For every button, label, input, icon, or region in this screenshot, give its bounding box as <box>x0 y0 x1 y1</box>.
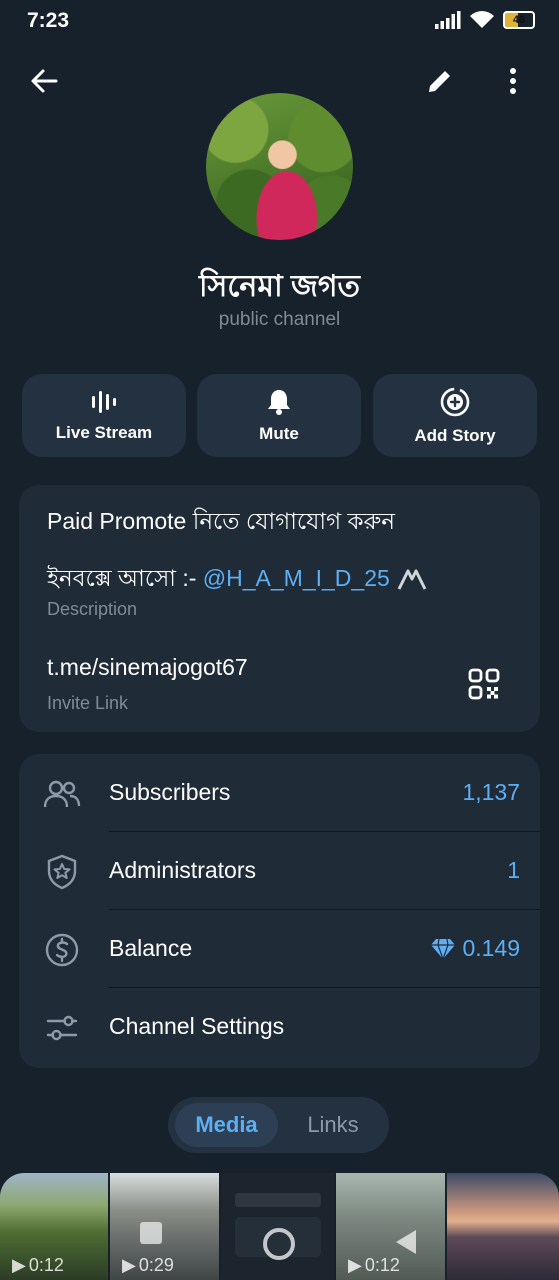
media-tabs: Media Links <box>168 1097 389 1153</box>
administrators-count: 1 <box>507 857 520 883</box>
duration-text: 0:29 <box>138 1255 174 1275</box>
channel-type: public channel <box>218 309 341 330</box>
duration-text: 0:12 <box>28 1255 64 1275</box>
tab-media[interactable]: Media <box>175 1103 278 1147</box>
more-vertical-icon <box>510 68 516 94</box>
media-thumbnail[interactable]: ▶ 0:12 <box>336 1173 445 1280</box>
diamond-icon <box>431 938 456 960</box>
wifi-icon <box>470 11 494 28</box>
paperclip-icon <box>397 569 427 590</box>
settings-sliders-icon <box>43 1009 81 1047</box>
nav-recents-button[interactable] <box>140 1222 162 1244</box>
back-button[interactable] <box>22 59 66 103</box>
administrators-row[interactable]: Administrators 1 <box>19 832 540 910</box>
shield-star-icon <box>43 853 81 891</box>
nav-home-button[interactable] <box>263 1228 295 1260</box>
subscribers-label: Subscribers <box>109 779 231 805</box>
invite-link[interactable]: t.me/sinemajogot67 <box>47 654 248 681</box>
qr-code-icon[interactable] <box>468 668 500 700</box>
info-card: Paid Promote নিতে যোগাযোগ করুন ইনবক্সে আ… <box>19 485 540 732</box>
mute-button[interactable]: Mute <box>197 374 361 457</box>
tab-links[interactable]: Links <box>284 1103 382 1147</box>
dollar-icon <box>43 931 81 969</box>
channel-name: সিনেমা জগত <box>198 270 361 303</box>
mention-link[interactable]: @H_A_M_I_D_25 <box>203 565 390 591</box>
invite-link-label: Invite Link <box>47 693 129 713</box>
description-line-2-text: ইনবক্সে আসো :- <box>47 565 203 591</box>
play-icon: ▶ <box>12 1255 26 1275</box>
more-button[interactable] <box>491 59 535 103</box>
duration-text: 0:12 <box>364 1255 400 1275</box>
media-thumbnail[interactable] <box>447 1173 559 1280</box>
people-icon <box>43 775 81 813</box>
subscribers-count: 1,137 <box>462 779 520 805</box>
thumbnail-screenshot-content <box>235 1193 321 1207</box>
video-duration: ▶ 0:12 <box>348 1255 400 1276</box>
arrow-left-icon <box>31 69 58 93</box>
live-stream-icon <box>92 390 116 413</box>
channel-settings-row[interactable]: Channel Settings <box>19 988 540 1066</box>
channel-avatar[interactable] <box>206 93 353 240</box>
add-story-label: Add Story <box>414 425 496 445</box>
balance-value: 0.149 <box>462 935 520 961</box>
edit-button[interactable] <box>418 59 462 103</box>
nav-back-icon[interactable] <box>394 1228 418 1256</box>
add-story-icon <box>440 387 470 416</box>
media-thumbnail[interactable]: ▶ 0:12 <box>0 1173 108 1280</box>
description-line-2: ইনবক্সে আসো :- @H_A_M_I_D_25 <box>47 560 428 599</box>
video-duration: ▶ 0:29 <box>122 1255 174 1276</box>
play-icon: ▶ <box>348 1255 362 1275</box>
subscribers-row[interactable]: Subscribers 1,137 <box>19 754 540 832</box>
balance-value-group: 0.149 <box>430 935 520 962</box>
pencil-icon <box>429 71 450 92</box>
media-thumbnail[interactable] <box>221 1173 334 1280</box>
add-story-button[interactable]: Add Story <box>373 374 537 457</box>
description-line-1: Paid Promote নিতে যোগাযোগ করুন <box>47 508 396 534</box>
status-icons: 46 <box>435 10 535 30</box>
administrators-label: Administrators <box>109 857 256 883</box>
mute-label: Mute <box>259 423 299 443</box>
description-label: Description <box>47 599 138 619</box>
battery-icon: 46 <box>503 11 535 29</box>
balance-row[interactable]: Balance 0.149 <box>19 910 540 988</box>
channel-info-list: Subscribers 1,137 Administrators 1 Balan… <box>19 754 540 1068</box>
balance-label: Balance <box>109 935 193 961</box>
bell-icon <box>268 389 290 415</box>
play-icon: ▶ <box>122 1255 136 1275</box>
media-thumbnail[interactable]: ▶ 0:29 <box>110 1173 219 1280</box>
live-stream-button[interactable]: Live Stream <box>22 374 186 457</box>
status-time: 7:23 <box>27 9 70 32</box>
channel-settings-label: Channel Settings <box>109 1013 285 1039</box>
video-duration: ▶ 0:12 <box>12 1255 64 1276</box>
signal-icon <box>435 11 461 29</box>
status-bar: 7:23 46 <box>0 0 559 44</box>
live-stream-label: Live Stream <box>55 422 153 442</box>
